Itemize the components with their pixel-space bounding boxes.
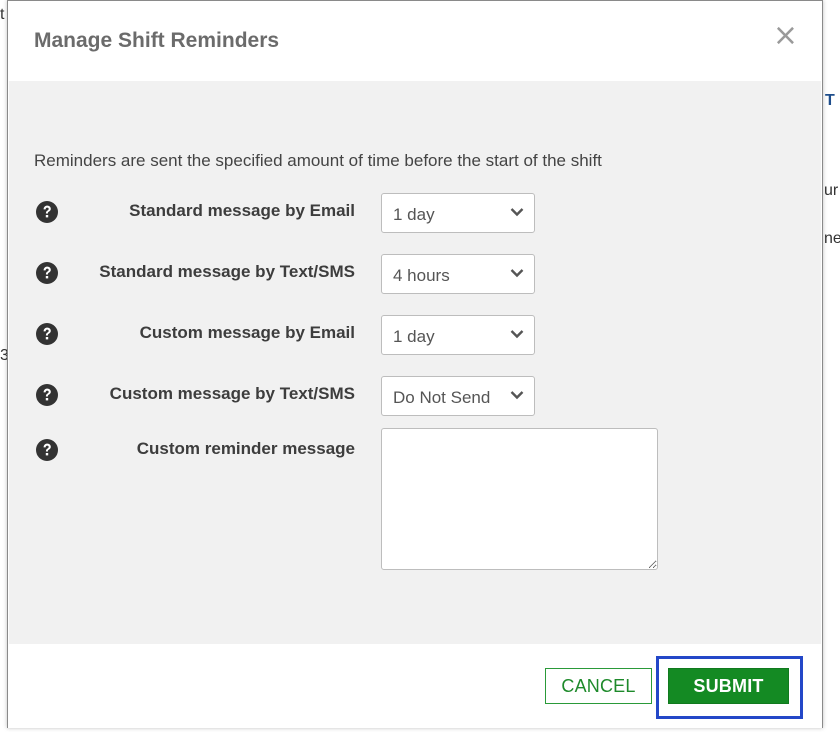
question-circle-icon[interactable] [36,323,58,345]
background-text-fragment: t [0,6,5,23]
select-value: 1 day [393,205,435,224]
custom-email-select[interactable]: 1 day [381,315,535,355]
select-value: 4 hours [393,266,450,285]
reminder-row-standard-email: Standard message by Email 1 day [9,193,821,233]
question-circle-icon[interactable] [36,262,58,284]
background-text-fragment: ur [824,182,839,199]
background-link-fragment: T [825,92,835,109]
intro-text: Reminders are sent the specified amount … [34,151,602,170]
chevron-down-icon [510,269,524,278]
select-value: 1 day [393,327,435,346]
question-circle-icon[interactable] [36,201,58,223]
row-label: Standard message by Text/SMS [99,262,355,281]
question-circle-icon[interactable] [36,384,58,406]
standard-sms-select[interactable]: 4 hours [381,254,535,294]
standard-email-select[interactable]: 1 day [381,193,535,233]
row-label: Standard message by Email [129,201,355,220]
modal-title: Manage Shift Reminders [34,29,280,52]
reminder-row-custom-sms: Custom message by Text/SMS Do Not Send [9,376,821,416]
submit-button[interactable]: SUBMIT [668,668,789,704]
row-label: Custom message by Email [139,323,355,342]
manage-shift-reminders-modal: Manage Shift Reminders × Reminders are s… [7,0,823,728]
modal-footer: CANCEL SUBMIT [8,644,822,728]
cancel-button[interactable]: CANCEL [545,668,652,704]
row-label: Custom message by Text/SMS [109,384,355,403]
select-value: Do Not Send [393,388,491,407]
reminder-row-standard-sms: Standard message by Text/SMS 4 hours [9,254,821,294]
chevron-down-icon [510,391,524,400]
reminder-row-custom-email: Custom message by Email 1 day [9,315,821,355]
modal-header: Manage Shift Reminders × [8,1,822,81]
question-circle-icon[interactable] [36,439,58,461]
chevron-down-icon [510,208,524,217]
close-icon[interactable]: × [773,21,798,51]
row-label: Custom reminder message [136,439,355,458]
chevron-down-icon [510,330,524,339]
custom-sms-select[interactable]: Do Not Send [381,376,535,416]
custom-reminder-textarea[interactable] [381,428,658,570]
modal-body: Reminders are sent the specified amount … [9,81,821,644]
background-text-fragment: ne [824,230,840,247]
